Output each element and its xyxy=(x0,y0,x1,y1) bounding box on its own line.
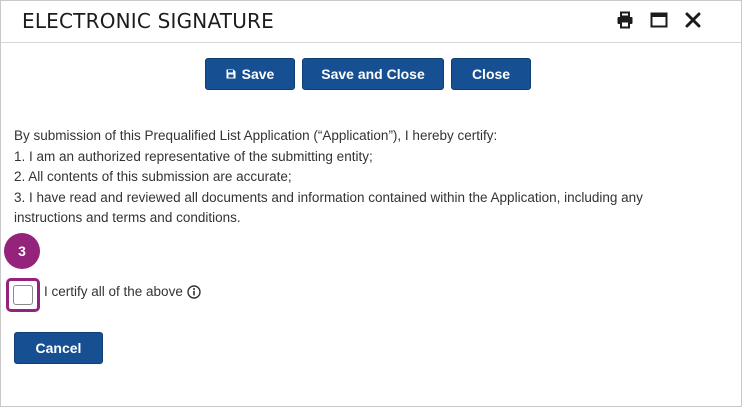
certification-line: 3. I have read and reviewed all document… xyxy=(14,189,643,205)
electronic-signature-dialog: ELECTRONIC SIGNATURE Save Save and Close… xyxy=(0,0,742,407)
checkbox-highlight xyxy=(6,278,40,312)
save-and-close-button-label: Save and Close xyxy=(321,66,425,82)
info-icon[interactable] xyxy=(187,284,201,299)
floppy-disk-icon xyxy=(226,69,236,79)
certify-label: I certify all of the above xyxy=(44,284,201,299)
maximize-icon[interactable] xyxy=(649,10,669,30)
close-button-label: Close xyxy=(471,66,511,82)
save-button-label: Save xyxy=(241,66,275,82)
window-controls xyxy=(615,10,703,30)
certification-line: 1. I am an authorized representative of … xyxy=(14,148,373,164)
certification-line: By submission of this Prequalified List … xyxy=(14,128,498,143)
dialog-body: Save Save and Close Close By submission … xyxy=(1,43,741,406)
certification-line: 2. All contents of this submission are a… xyxy=(14,169,292,184)
step-badge: 3 xyxy=(4,233,40,269)
certification-line: instructions and terms and conditions. xyxy=(14,210,241,225)
dialog-titlebar: ELECTRONIC SIGNATURE xyxy=(1,1,741,43)
print-icon[interactable] xyxy=(615,10,635,30)
certify-checkbox[interactable] xyxy=(13,285,33,305)
close-button[interactable]: Close xyxy=(451,58,531,90)
save-and-close-button[interactable]: Save and Close xyxy=(302,58,444,90)
certify-label-text: I certify all of the above xyxy=(44,284,183,299)
dialog-title: ELECTRONIC SIGNATURE xyxy=(22,9,274,33)
action-toolbar: Save Save and Close Close xyxy=(205,58,531,90)
close-icon[interactable] xyxy=(683,10,703,30)
save-button[interactable]: Save xyxy=(205,58,295,90)
cancel-button-label: Cancel xyxy=(35,340,82,356)
certification-statement: By submission of this Prequalified List … xyxy=(14,126,714,229)
cancel-button[interactable]: Cancel xyxy=(14,332,103,364)
